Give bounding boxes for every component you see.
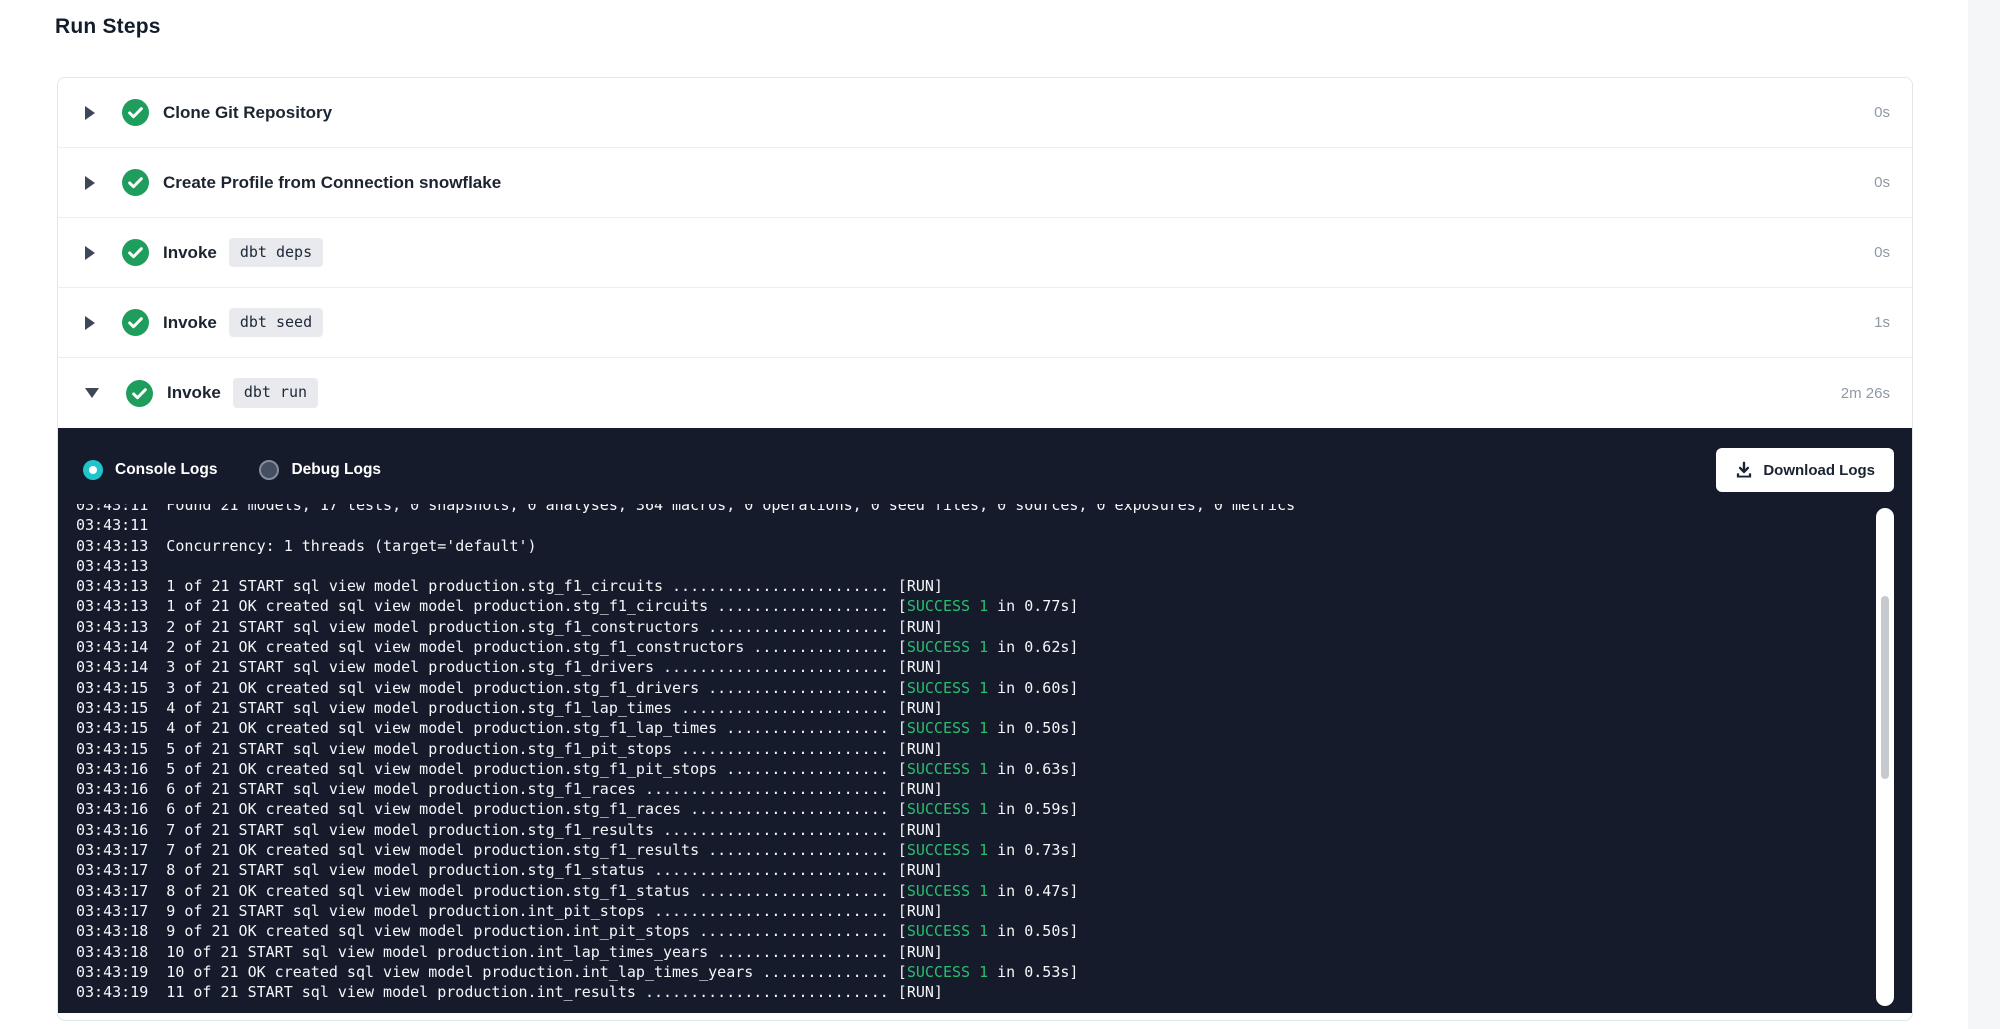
step-list: Clone Git Repository 0s Create Profile f… bbox=[58, 78, 1912, 428]
log-line: 03:43:16 7 of 21 START sql view model pr… bbox=[76, 820, 1894, 840]
log-line: 03:43:17 8 of 21 OK created sql view mod… bbox=[76, 881, 1894, 901]
log-line: 03:43:11 Found 21 models, 17 tests, 0 sn… bbox=[76, 504, 1894, 515]
log-line: 03:43:15 4 of 21 OK created sql view mod… bbox=[76, 718, 1894, 738]
step-row[interactable]: Create Profile from Connection snowflake… bbox=[58, 148, 1912, 218]
step-title: Clone Git Repository bbox=[163, 103, 332, 123]
log-line: 03:43:14 2 of 21 OK created sql view mod… bbox=[76, 637, 1894, 657]
success-check-icon bbox=[122, 309, 149, 336]
step-title: Invoke bbox=[163, 243, 217, 263]
command-pill: dbt deps bbox=[229, 238, 323, 268]
step-duration: 0s bbox=[1874, 104, 1890, 121]
log-toolbar: Console Logs Debug Logs Download Logs bbox=[58, 428, 1912, 512]
log-line: 03:43:17 9 of 21 START sql view model pr… bbox=[76, 901, 1894, 921]
success-check-icon bbox=[122, 99, 149, 126]
log-panel: Console Logs Debug Logs Download Logs 03… bbox=[58, 428, 1912, 1013]
log-line: 03:43:13 Concurrency: 1 threads (target=… bbox=[76, 536, 1894, 556]
console-logs-radio[interactable]: Console Logs bbox=[83, 460, 217, 480]
log-line: 03:43:19 10 of 21 OK created sql view mo… bbox=[76, 962, 1894, 982]
debug-logs-radio[interactable]: Debug Logs bbox=[259, 460, 381, 480]
success-check-icon bbox=[126, 380, 153, 407]
step-duration: 0s bbox=[1874, 174, 1890, 191]
expand-caret-icon[interactable] bbox=[85, 246, 95, 260]
log-line: 03:43:17 8 of 21 START sql view model pr… bbox=[76, 860, 1894, 880]
step-row[interactable]: Invoke dbt seed 1s bbox=[58, 288, 1912, 358]
log-line: 03:43:11 bbox=[76, 515, 1894, 535]
log-line: 03:43:16 5 of 21 OK created sql view mod… bbox=[76, 759, 1894, 779]
expand-caret-icon[interactable] bbox=[85, 316, 95, 330]
log-line: 03:43:16 6 of 21 OK created sql view mod… bbox=[76, 799, 1894, 819]
expand-caret-icon[interactable] bbox=[85, 176, 95, 190]
step-title: Invoke bbox=[167, 383, 221, 403]
command-pill: dbt run bbox=[233, 378, 318, 408]
page-scroll-gutter bbox=[1968, 0, 2000, 1029]
console-log-output[interactable]: 03:43:11 Found 21 models, 17 tests, 0 sn… bbox=[76, 504, 1894, 1013]
log-line: 03:43:18 10 of 21 START sql view model p… bbox=[76, 942, 1894, 962]
step-row[interactable]: Invoke dbt run 2m 26s bbox=[58, 358, 1912, 428]
console-logs-label: Console Logs bbox=[115, 461, 217, 479]
step-duration: 1s bbox=[1874, 314, 1890, 331]
expand-caret-icon[interactable] bbox=[85, 106, 95, 120]
log-line: 03:43:13 2 of 21 START sql view model pr… bbox=[76, 617, 1894, 637]
log-line: 03:43:14 3 of 21 START sql view model pr… bbox=[76, 657, 1894, 677]
log-line: 03:43:17 7 of 21 OK created sql view mod… bbox=[76, 840, 1894, 860]
run-steps-card: Clone Git Repository 0s Create Profile f… bbox=[57, 77, 1913, 1021]
success-check-icon bbox=[122, 239, 149, 266]
log-line: 03:43:16 6 of 21 START sql view model pr… bbox=[76, 779, 1894, 799]
debug-logs-label: Debug Logs bbox=[291, 461, 381, 479]
download-icon bbox=[1735, 461, 1753, 479]
log-line: 03:43:13 1 of 21 OK created sql view mod… bbox=[76, 596, 1894, 616]
log-scrollbar[interactable] bbox=[1876, 508, 1894, 1006]
step-title: Create Profile from Connection snowflake bbox=[163, 173, 501, 193]
command-pill: dbt seed bbox=[229, 308, 323, 338]
step-row[interactable]: Clone Git Repository 0s bbox=[58, 78, 1912, 148]
radio-unselected-icon bbox=[259, 460, 279, 480]
log-line: 03:43:19 11 of 21 START sql view model p… bbox=[76, 982, 1894, 1002]
log-line: 03:43:15 4 of 21 START sql view model pr… bbox=[76, 698, 1894, 718]
log-line: 03:43:15 3 of 21 OK created sql view mod… bbox=[76, 678, 1894, 698]
collapse-caret-icon[interactable] bbox=[85, 388, 99, 398]
log-line: 03:43:13 1 of 21 START sql view model pr… bbox=[76, 576, 1894, 596]
step-row[interactable]: Invoke dbt deps 0s bbox=[58, 218, 1912, 288]
page-title: Run Steps bbox=[55, 15, 161, 39]
log-line: 03:43:18 9 of 21 OK created sql view mod… bbox=[76, 921, 1894, 941]
step-title: Invoke bbox=[163, 313, 217, 333]
radio-selected-icon bbox=[83, 460, 103, 480]
log-line: 03:43:13 bbox=[76, 556, 1894, 576]
step-duration: 0s bbox=[1874, 244, 1890, 261]
success-check-icon bbox=[122, 169, 149, 196]
log-lines: 03:43:11 Found 21 models, 17 tests, 0 sn… bbox=[76, 504, 1894, 1002]
download-logs-button[interactable]: Download Logs bbox=[1716, 448, 1894, 492]
download-logs-label: Download Logs bbox=[1763, 462, 1875, 479]
step-duration: 2m 26s bbox=[1841, 385, 1890, 402]
log-scrollbar-thumb[interactable] bbox=[1881, 596, 1889, 779]
log-line: 03:43:15 5 of 21 START sql view model pr… bbox=[76, 739, 1894, 759]
